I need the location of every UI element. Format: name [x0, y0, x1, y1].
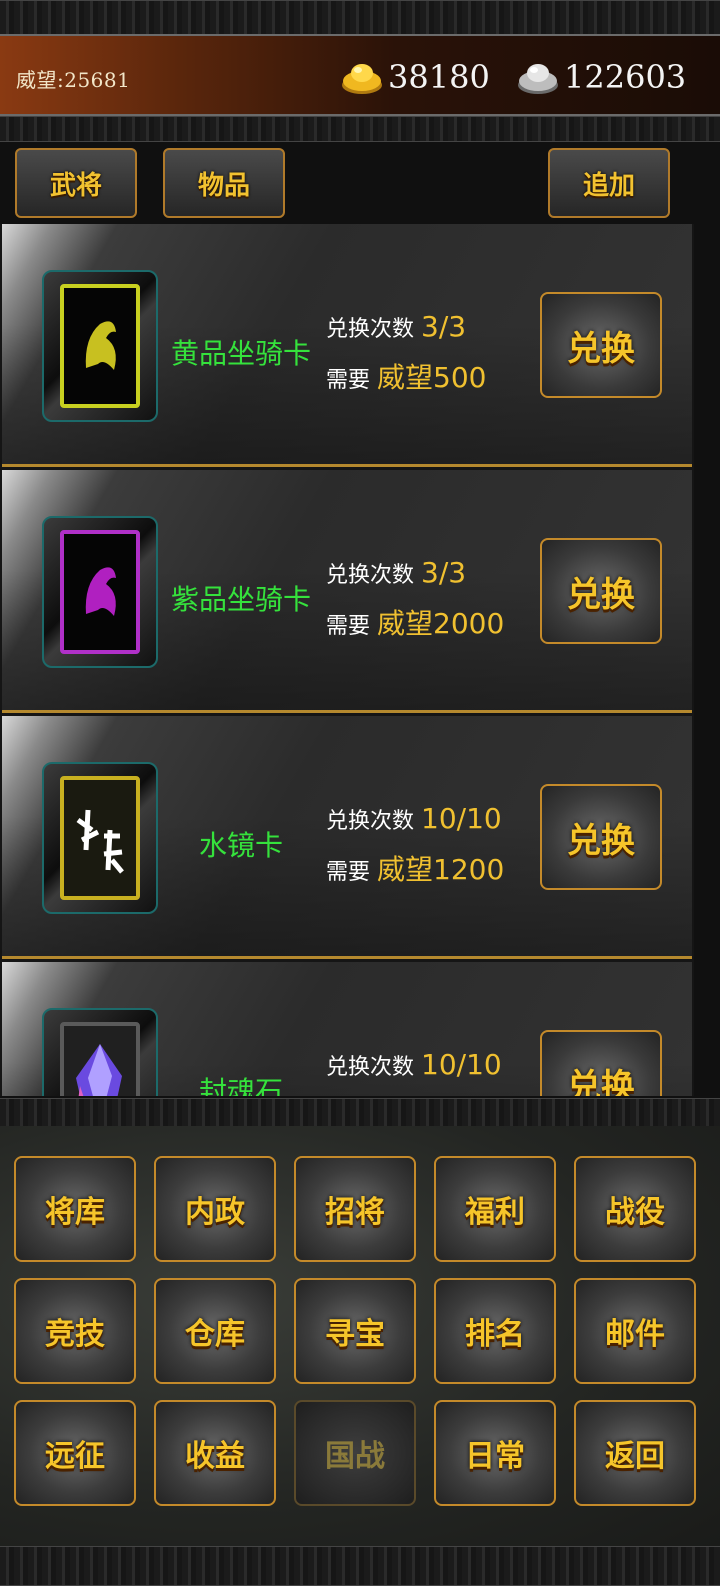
menu-treasure-hunt[interactable]: 寻宝 [294, 1278, 416, 1384]
exchange-cost: 需要 威望500 [326, 361, 487, 394]
menu-expedition[interactable]: 远征 [14, 1400, 136, 1506]
list-item: 水镜卡 兑换次数 10/10 需要 威望1200 兑换 [2, 716, 692, 959]
menu-income[interactable]: 收益 [154, 1400, 276, 1506]
item-icon-frame [42, 1008, 158, 1096]
gold-ingot-icon [342, 64, 382, 94]
menu-back[interactable]: 返回 [574, 1400, 696, 1506]
menu-warehouse[interactable]: 仓库 [154, 1278, 276, 1384]
add-button[interactable]: 追加 [548, 148, 670, 218]
top-border-band [0, 0, 720, 36]
menu-campaign[interactable]: 战役 [574, 1156, 696, 1262]
gold-value: 38180 [388, 58, 490, 96]
menu-welfare[interactable]: 福利 [434, 1156, 556, 1262]
menu-ranking[interactable]: 排名 [434, 1278, 556, 1384]
exchange-button[interactable]: 兑换 [540, 784, 662, 890]
silver-counter: 122603 [516, 54, 686, 100]
list-item: 封魂石 兑换次数 10/10 兑换 [2, 962, 692, 1096]
item-name: 黄品坐骑卡 [170, 337, 311, 370]
exchange-count: 兑换次数 3/3 [326, 310, 467, 343]
bottom-border-band [0, 1546, 720, 1586]
header-bottom-band [0, 116, 720, 142]
item-name: 水镜卡 [198, 829, 283, 862]
soul-stone-icon [60, 1022, 140, 1096]
water-mirror-card-icon [60, 776, 140, 900]
silver-value: 122603 [564, 58, 687, 96]
menu-nation-war[interactable]: 国战 [294, 1400, 416, 1506]
exchange-count: 兑换次数 10/10 [326, 802, 502, 835]
exchange-count: 兑换次数 3/3 [326, 556, 467, 589]
exchange-button[interactable]: 兑换 [540, 538, 662, 644]
exchange-list[interactable]: 黄品坐骑卡 兑换次数 3/3 需要 威望500 兑换 紫品坐骑卡 兑换次数 3/… [0, 224, 694, 1096]
item-icon-frame [42, 516, 158, 668]
item-name: 封魂石 [198, 1075, 283, 1096]
menu-recruit[interactable]: 招将 [294, 1156, 416, 1262]
prestige-label: 威望:25681 [16, 68, 131, 92]
exchange-cost: 需要 威望2000 [326, 607, 505, 640]
exchange-cost: 需要 威望1200 [326, 853, 505, 886]
tab-generals[interactable]: 武将 [15, 148, 137, 218]
list-item: 紫品坐骑卡 兑换次数 3/3 需要 威望2000 兑换 [2, 470, 692, 713]
exchange-button[interactable]: 兑换 [540, 1030, 662, 1096]
main-menu: 将库 内政 招将 福利 战役 竞技 仓库 寻宝 排名 邮件 远征 收益 国战 日… [0, 1126, 720, 1546]
exchange-count: 兑换次数 10/10 [326, 1048, 502, 1081]
item-icon-frame [42, 762, 158, 914]
resource-bar: 威望:25681 38180 122603 [0, 34, 720, 116]
exchange-button[interactable]: 兑换 [540, 292, 662, 398]
item-name: 紫品坐骑卡 [170, 583, 311, 616]
purple-mount-card-icon [60, 530, 140, 654]
menu-arena[interactable]: 竞技 [14, 1278, 136, 1384]
menu-top-band [0, 1098, 720, 1128]
silver-ingot-icon [518, 64, 558, 94]
gold-counter: 38180 [340, 54, 490, 100]
menu-daily[interactable]: 日常 [434, 1400, 556, 1506]
item-icon-frame [42, 270, 158, 422]
menu-internal-affairs[interactable]: 内政 [154, 1156, 276, 1262]
tab-items[interactable]: 物品 [163, 148, 285, 218]
menu-general-storage[interactable]: 将库 [14, 1156, 136, 1262]
list-item: 黄品坐骑卡 兑换次数 3/3 需要 威望500 兑换 [2, 224, 692, 467]
yellow-mount-card-icon [60, 284, 140, 408]
menu-mail[interactable]: 邮件 [574, 1278, 696, 1384]
